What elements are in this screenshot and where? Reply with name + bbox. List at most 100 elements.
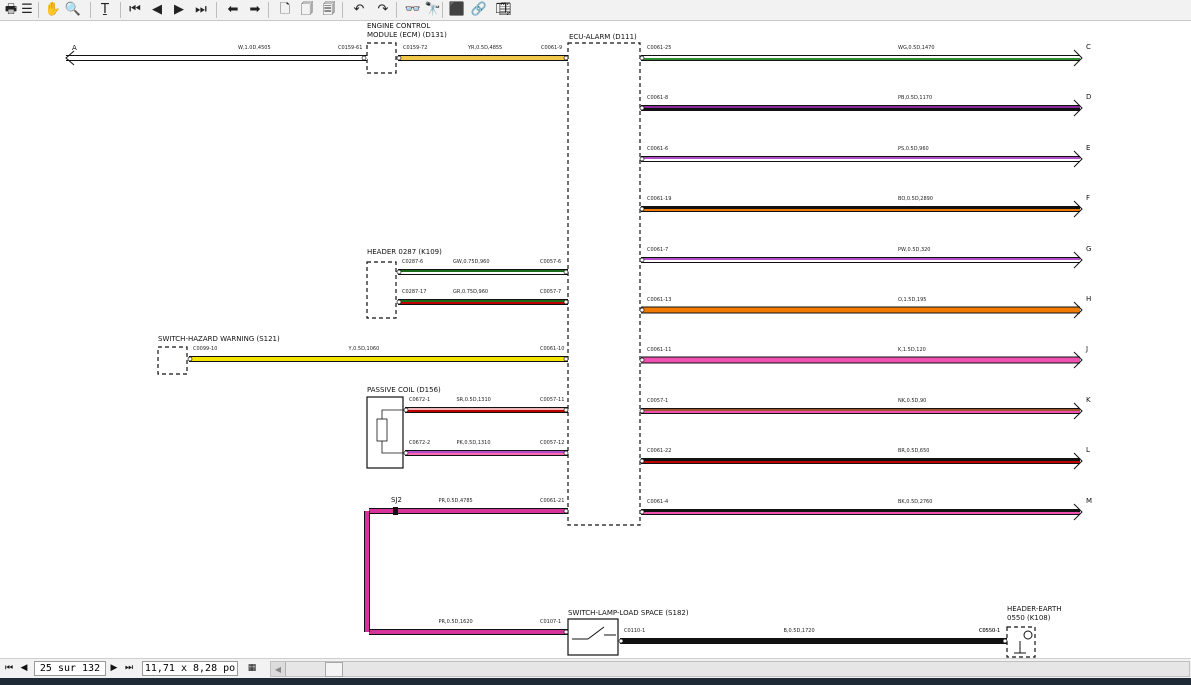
pin-connector bbox=[639, 458, 645, 464]
rotate-left-icon[interactable]: ↶ bbox=[350, 1, 368, 18]
pin-connector bbox=[563, 407, 569, 413]
wire-spec-label: PW,0.5D,320 bbox=[898, 247, 930, 253]
wire-end-label: M bbox=[1086, 497, 1092, 505]
pin-label: C0061-13 bbox=[647, 297, 671, 303]
pin-label: C0159-61 bbox=[338, 45, 362, 51]
pin-label: C0061-6 bbox=[647, 146, 668, 152]
splice-marker bbox=[393, 507, 398, 515]
wire-spec-label: PR,0.5D,1620 bbox=[439, 619, 473, 625]
link-icon[interactable]: 🔗 bbox=[470, 1, 488, 18]
wire-spec-label: PS,0.5D,960 bbox=[898, 146, 929, 152]
wire-spec-label: K,1.5D,120 bbox=[898, 347, 926, 353]
ecu-alarm-box bbox=[567, 42, 641, 526]
pin-connector bbox=[639, 105, 645, 111]
pin-label: C0061-19 bbox=[647, 196, 671, 202]
export-icon[interactable]: 🗒 bbox=[496, 1, 514, 18]
pin-connector bbox=[639, 206, 645, 212]
wire-end-label: K bbox=[1086, 396, 1091, 404]
page-number-field[interactable]: 25 sur 132 bbox=[34, 661, 106, 676]
forward-icon[interactable]: ➡ bbox=[246, 1, 264, 18]
pin-connector bbox=[563, 629, 569, 635]
horizontal-scrollbar[interactable]: ◀ bbox=[270, 661, 1190, 677]
pin-label: C0057-7 bbox=[540, 289, 561, 295]
wire-end-label: H bbox=[1086, 295, 1091, 303]
wire-spec-label: B,0.5D,1720 bbox=[784, 628, 815, 634]
pin-connector bbox=[639, 257, 645, 263]
pin-label: C0061-8 bbox=[647, 95, 668, 101]
last-page-button[interactable]: ⏭ bbox=[123, 661, 135, 675]
wiring-diagram-view[interactable]: ECU-ALARM (D111) ENGINE CONTROL MODULE (… bbox=[0, 21, 1191, 658]
toolbar-separator bbox=[120, 2, 121, 18]
ecm-box bbox=[366, 42, 397, 74]
pin-connector bbox=[639, 357, 645, 363]
passive-coil-label: PASSIVE COIL (D156) bbox=[367, 386, 441, 394]
header-earth-label: HEADER-EARTH bbox=[1007, 605, 1062, 613]
pin-label: C0061-11 bbox=[647, 347, 671, 353]
pin-connector bbox=[563, 299, 569, 305]
page-size-field: 11,71 x 8,28 po bbox=[142, 661, 238, 676]
pin-label: C0287-6 bbox=[402, 259, 423, 265]
wire-end-label: C bbox=[1086, 43, 1091, 51]
scroll-thumb[interactable] bbox=[325, 662, 343, 677]
last-page-icon[interactable]: ⏭ bbox=[192, 1, 210, 18]
pin-connector bbox=[187, 356, 193, 362]
pin-connector bbox=[1002, 638, 1008, 644]
pin-connector bbox=[563, 508, 569, 514]
first-page-button[interactable]: ⏮ bbox=[3, 661, 15, 675]
single-page-icon[interactable]: 🗋 bbox=[276, 1, 294, 18]
find-next-icon[interactable]: 🔭 bbox=[424, 1, 442, 18]
first-page-icon[interactable]: ⏮ bbox=[126, 1, 144, 18]
outline-icon[interactable]: ☰ bbox=[18, 1, 36, 18]
wire-end-label: G bbox=[1086, 245, 1091, 253]
toolbar: 🖶 ☰ ✋ 🔍 Ṯ ⏮ ◀ ▶ ⏭ ⬅ ➡ 🗋 🗍 🗐 ↶ ↷ 👓 🔭 ⬛ 🔗 ❐ 🗒 bbox=[0, 0, 1191, 21]
rotate-right-icon[interactable]: ↷ bbox=[374, 1, 392, 18]
text-select-icon[interactable]: Ṯ bbox=[96, 1, 114, 18]
header-0287-box bbox=[366, 261, 397, 319]
wire-end-label: E bbox=[1086, 144, 1090, 152]
toolbar-separator bbox=[216, 2, 217, 18]
ecm-label-2: MODULE (ECM) (D131) bbox=[367, 31, 447, 39]
facing-icon[interactable]: 🗐 bbox=[320, 1, 338, 18]
prev-page-icon[interactable]: ◀ bbox=[148, 1, 166, 18]
wire-spec-label: GW,0.75D,960 bbox=[453, 259, 490, 265]
pin-connector bbox=[639, 55, 645, 61]
toolbar-separator bbox=[342, 2, 343, 18]
prev-page-button[interactable]: ◀ bbox=[18, 661, 30, 675]
continuous-icon[interactable]: 🗍 bbox=[298, 1, 316, 18]
back-icon[interactable]: ⬅ bbox=[224, 1, 242, 18]
pin-connector bbox=[403, 407, 409, 413]
wire-spec-label: PB,0.5D,1170 bbox=[898, 95, 932, 101]
find-icon[interactable]: 👓 bbox=[404, 1, 422, 18]
pin-connector bbox=[396, 269, 402, 275]
switch-hazard-box bbox=[157, 346, 188, 375]
hand-tool-icon[interactable]: ✋ bbox=[44, 1, 62, 18]
wire-spec-label: BO,0.5D,2890 bbox=[898, 196, 933, 202]
pin-connector bbox=[618, 638, 624, 644]
switch-lamp-label: SWITCH-LAMP-LOAD SPACE (S182) bbox=[568, 609, 689, 617]
zoom-icon[interactable]: 🔍 bbox=[64, 1, 82, 18]
left-wires: A W,1.0D,4505 C0159-61 C0159-72 YR,0.5D,4855… bbox=[65, 44, 1008, 644]
wire-spec-label: W,1.0D,4505 bbox=[238, 45, 271, 51]
pin-connector bbox=[361, 55, 367, 61]
scroll-left-icon[interactable]: ◀ bbox=[271, 662, 286, 676]
pin-connector bbox=[639, 408, 645, 414]
wire-spec-label: Y,0.5D,1060 bbox=[348, 346, 380, 352]
next-page-button[interactable]: ▶ bbox=[108, 661, 120, 675]
bookmark-icon[interactable]: ⬛ bbox=[448, 1, 466, 18]
wire-spec-label: SR,0.5D,1310 bbox=[457, 397, 491, 403]
page-layout-button[interactable]: ▦ bbox=[244, 661, 260, 675]
pin-connector bbox=[563, 55, 569, 61]
toolbar-separator bbox=[90, 2, 91, 18]
wire-end-label: L bbox=[1086, 446, 1090, 454]
toolbar-separator bbox=[38, 2, 39, 18]
toolbar-separator bbox=[268, 2, 269, 18]
pin-connector bbox=[563, 269, 569, 275]
next-page-icon[interactable]: ▶ bbox=[170, 1, 188, 18]
pin-label: C0110-1 bbox=[624, 628, 645, 634]
pin-label: C0287-17 bbox=[402, 289, 426, 295]
pin-connector bbox=[563, 356, 569, 362]
pin-label: C0061-25 bbox=[647, 45, 671, 51]
pin-connector bbox=[639, 509, 645, 515]
statusbar: ⏮ ◀ 25 sur 132 ▶ ⏭ 11,71 x 8,28 po ▦ ◀ bbox=[0, 658, 1191, 678]
wire-spec-label: O,1.5D,195 bbox=[898, 297, 926, 303]
